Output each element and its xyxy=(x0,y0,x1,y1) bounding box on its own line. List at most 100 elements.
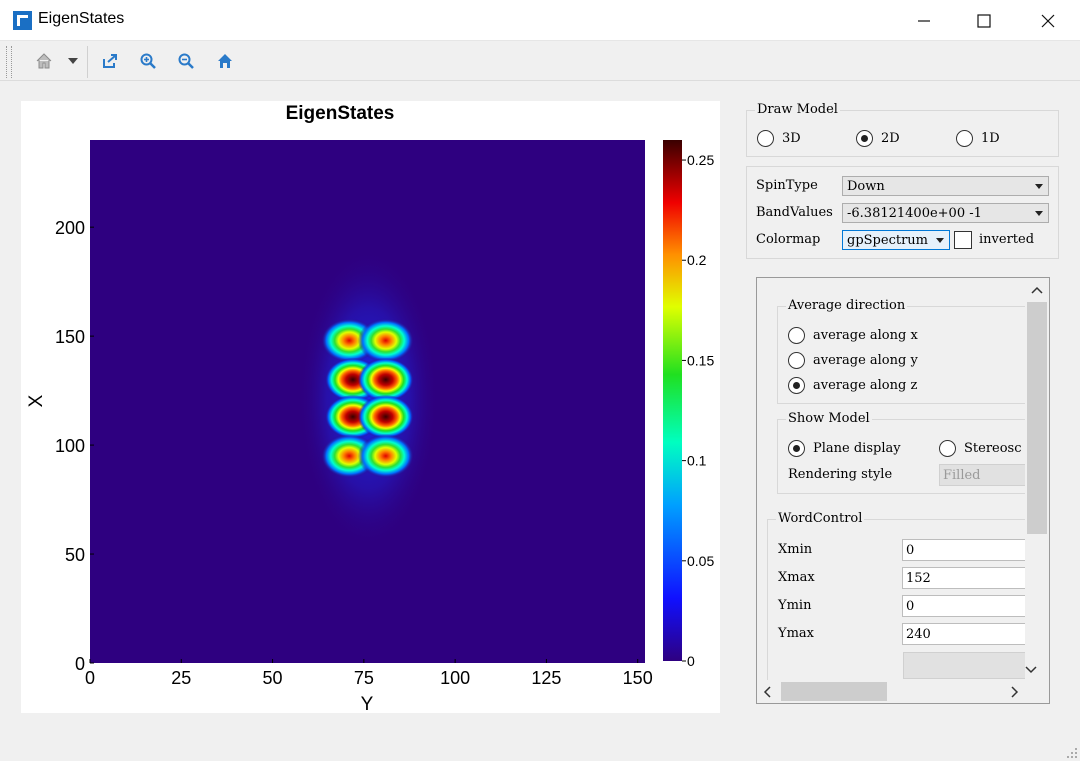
band-values-label: BandValues xyxy=(756,205,833,220)
y-axis-label: X xyxy=(26,394,47,407)
show-model-title: Show Model xyxy=(786,411,872,426)
home-icon xyxy=(36,53,52,69)
radio-1d[interactable]: 1D xyxy=(956,130,1000,147)
radio-stereoscopic-label: Stereosc xyxy=(964,441,1022,456)
heatmap-peak xyxy=(357,394,414,439)
vertical-scrollbar[interactable] xyxy=(1025,278,1049,681)
inverted-label: inverted xyxy=(979,232,1035,247)
reset-view-button[interactable] xyxy=(213,50,237,72)
y-tick-label: 100 xyxy=(55,436,85,456)
radio-average-x[interactable]: average along x xyxy=(788,327,918,344)
heatmap-peak xyxy=(357,433,414,478)
xmax-label: Xmax xyxy=(778,570,815,585)
spin-type-value: Down xyxy=(847,178,885,194)
word-control-group: WordControl Xmin 0 Xmax 152 Ymin 0 Ymax … xyxy=(767,511,1037,689)
vertical-scroll-thumb[interactable] xyxy=(1027,302,1047,534)
colormap-label: Colormap xyxy=(756,232,821,247)
x-tick-label: 25 xyxy=(171,668,191,688)
ymax-input[interactable]: 240 xyxy=(902,623,1032,645)
toolbar-separator xyxy=(87,46,88,78)
colorbar xyxy=(663,140,682,661)
x-tick-label: 75 xyxy=(354,668,374,688)
close-button[interactable] xyxy=(1018,0,1078,41)
heatmap-peaks xyxy=(298,248,439,549)
x-axis-ticks: 0 25 50 75 100 125 150 xyxy=(85,659,653,688)
chevron-left-icon[interactable] xyxy=(757,680,779,703)
colorbar-tick-label: 0.25 xyxy=(687,152,714,168)
radio-average-z-indicator xyxy=(788,377,805,394)
radio-stereoscopic[interactable]: Stereosc xyxy=(939,440,1022,457)
settings-group: SpinType Down BandValues -6.38121400e+00… xyxy=(746,166,1059,259)
rendering-style-label: Rendering style xyxy=(788,467,893,482)
x-tick-label: 50 xyxy=(263,668,283,688)
maximize-button[interactable] xyxy=(954,0,1014,41)
x-tick-label: 0 xyxy=(85,668,95,688)
ymin-value: 0 xyxy=(906,598,915,614)
app-icon xyxy=(13,11,32,30)
word-control-title: WordControl xyxy=(776,511,865,526)
horizontal-scrollbar[interactable] xyxy=(757,680,1025,703)
xmax-input[interactable]: 152 xyxy=(902,567,1032,589)
band-values-select[interactable]: -6.38121400e+00 -1 xyxy=(842,203,1049,223)
minimize-icon xyxy=(918,19,930,22)
colorbar-ticks: 0 0.05 0.1 0.15 0.2 0.25 xyxy=(682,152,714,669)
home-dropdown-button[interactable] xyxy=(64,50,82,72)
radio-average-z[interactable]: average along z xyxy=(788,377,917,394)
radio-plane-display[interactable]: Plane display xyxy=(788,440,901,457)
average-direction-title: Average direction xyxy=(786,298,908,313)
radio-average-x-indicator xyxy=(788,327,805,344)
plot-canvas[interactable]: EigenStates 0 25 50 75 100 125 150 0 50 100 150 20… xyxy=(21,101,720,715)
title-bar: EigenStates xyxy=(0,0,1080,41)
colorbar-tick-label: 0 xyxy=(687,653,695,669)
average-direction-group: Average direction average along x averag… xyxy=(777,298,1037,404)
home-menu-button[interactable] xyxy=(34,50,54,72)
chevron-down-icon[interactable] xyxy=(1019,658,1043,680)
colorbar-tick-label: 0.15 xyxy=(687,352,714,368)
colormap-select[interactable]: gpSpectrum xyxy=(842,230,950,250)
radio-plane-display-label: Plane display xyxy=(813,441,901,456)
radio-average-y-indicator xyxy=(788,352,805,369)
rendering-style-select[interactable]: Filled xyxy=(939,464,1039,486)
ymin-label: Ymin xyxy=(778,598,812,613)
xmin-input[interactable]: 0 xyxy=(902,539,1032,561)
ymin-input[interactable]: 0 xyxy=(902,595,1032,617)
draw-model-title: Draw Model xyxy=(755,102,840,117)
toolbar-grip[interactable] xyxy=(6,46,12,78)
x-tick-label: 100 xyxy=(440,668,470,688)
radio-average-y-label: average along y xyxy=(813,353,918,368)
chevron-up-icon[interactable] xyxy=(1025,280,1049,302)
y-axis-ticks: 0 50 100 150 200 xyxy=(55,218,94,674)
inverted-checkbox[interactable] xyxy=(954,231,972,249)
show-model-group: Show Model Plane display Stereosc Render… xyxy=(777,411,1039,494)
spin-type-select[interactable]: Down xyxy=(842,176,1049,196)
chevron-down-icon xyxy=(1035,211,1043,216)
radio-1d-indicator xyxy=(956,130,973,147)
zoom-out-button[interactable] xyxy=(174,50,198,72)
export-button[interactable] xyxy=(98,50,122,72)
heatmap-chart[interactable]: EigenStates 0 25 50 75 100 125 150 0 50 100 150 20… xyxy=(21,101,720,715)
maximize-icon xyxy=(977,13,991,28)
apply-button[interactable] xyxy=(903,652,1033,679)
home-icon xyxy=(218,54,232,68)
window-title: EigenStates xyxy=(38,10,125,27)
scroll-corner xyxy=(1025,681,1049,703)
zoom-in-button[interactable] xyxy=(136,50,160,72)
y-tick-label: 50 xyxy=(65,545,85,565)
resize-grip-icon[interactable] xyxy=(1066,747,1078,759)
colormap-value: gpSpectrum xyxy=(847,232,928,248)
radio-average-x-label: average along x xyxy=(813,328,918,343)
radio-average-y[interactable]: average along y xyxy=(788,352,918,369)
radio-3d[interactable]: 3D xyxy=(757,130,801,147)
radio-2d-indicator xyxy=(856,130,873,147)
radio-2d[interactable]: 2D xyxy=(856,130,900,147)
xmax-value: 152 xyxy=(906,570,931,586)
horizontal-scroll-thumb[interactable] xyxy=(781,682,887,701)
chevron-right-icon[interactable] xyxy=(1003,680,1025,703)
chevron-down-icon xyxy=(1035,184,1043,189)
radio-1d-label: 1D xyxy=(981,131,1000,146)
zoom-in-icon xyxy=(140,53,156,69)
options-scroll-panel[interactable]: Average direction average along x averag… xyxy=(756,277,1050,704)
minimize-button[interactable] xyxy=(894,0,954,41)
export-icon xyxy=(103,54,117,68)
spin-type-label: SpinType xyxy=(756,178,818,193)
